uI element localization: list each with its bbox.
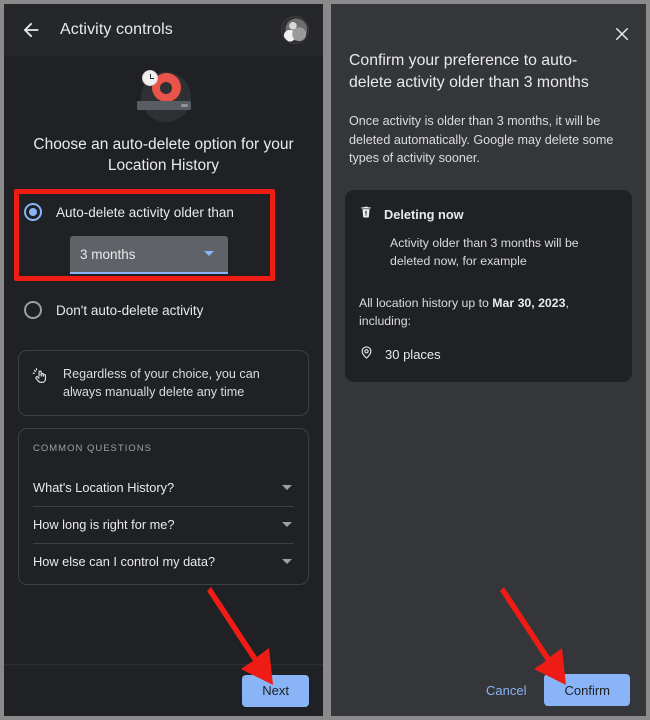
hero-heading: Choose an auto-delete option for your Lo…: [33, 136, 294, 174]
location-pin-icon: [359, 344, 374, 366]
activity-controls-panel: Activity controls Choose an auto-delete …: [4, 4, 323, 716]
trash-icon: [359, 204, 373, 225]
retention-period-select-box[interactable]: 3 months: [70, 236, 228, 272]
left-panel-footer: Next: [4, 664, 323, 716]
select-underline: [70, 272, 228, 274]
dialog-heading: Confirm your preference to auto-delete a…: [349, 52, 589, 91]
tap-hand-icon: [32, 367, 49, 390]
faq-question: How long is right for me?: [33, 517, 175, 532]
option-auto-delete-label: Auto-delete activity older than: [56, 204, 234, 220]
avatar[interactable]: [281, 16, 309, 44]
illustration-bar: [136, 101, 191, 110]
clock-icon: [141, 70, 158, 86]
faq-question: How else can I control my data?: [33, 554, 216, 569]
deleting-now-card: Deleting now Activity older than 3 month…: [345, 189, 632, 382]
hero-illustration-container: [4, 56, 323, 124]
faq-item-control-data[interactable]: How else can I control my data?: [33, 544, 294, 580]
deletion-place-count: 30 places: [385, 347, 441, 362]
deletion-summary: All location history up to Mar 30, 2023,…: [359, 294, 618, 330]
faq-item-location-history[interactable]: What's Location History?: [33, 470, 294, 507]
manual-delete-notice-card: Regardless of your choice, you can alway…: [18, 350, 309, 416]
confirm-preference-dialog: Confirm your preference to auto-delete a…: [331, 4, 646, 716]
chevron-down-icon[interactable]: [282, 522, 292, 527]
page-title: Activity controls: [60, 21, 173, 38]
faq-item-how-long[interactable]: How long is right for me?: [33, 507, 294, 544]
retention-period-value: 3 months: [80, 246, 136, 262]
faq-question: What's Location History?: [33, 480, 175, 495]
radio-dont-auto-delete[interactable]: [24, 301, 42, 319]
next-button[interactable]: Next: [242, 674, 309, 707]
cancel-button[interactable]: Cancel: [478, 677, 534, 704]
chevron-down-icon[interactable]: [282, 559, 292, 564]
common-questions-card: COMMON QUESTIONS What's Location History…: [18, 428, 309, 585]
dialog-body-text: Once activity is older than 3 months, it…: [349, 114, 614, 165]
radio-auto-delete[interactable]: [24, 203, 42, 221]
option-auto-delete[interactable]: Auto-delete activity older than: [18, 198, 309, 226]
deleting-now-header: Deleting now: [359, 204, 618, 225]
location-pin-clock-illustration: [133, 68, 195, 124]
option-dont-auto-delete-label: Don't auto-delete activity: [56, 302, 204, 318]
back-arrow-icon[interactable]: [18, 17, 44, 43]
screenshot-root: Activity controls Choose an auto-delete …: [0, 0, 650, 720]
close-icon[interactable]: [610, 22, 634, 46]
deletion-place-count-row: 30 places: [359, 344, 618, 366]
deleting-now-title: Deleting now: [384, 206, 464, 222]
common-questions-title: COMMON QUESTIONS: [33, 443, 152, 454]
deletion-summary-prefix: All location history up to: [359, 295, 493, 310]
manual-delete-notice-text: Regardless of your choice, you can alway…: [63, 367, 260, 399]
chevron-down-icon[interactable]: [282, 485, 292, 490]
deletion-summary-date: Mar 30, 2023: [492, 295, 566, 310]
confirm-button[interactable]: Confirm: [544, 674, 630, 706]
auto-delete-options: Auto-delete activity older than 3 months…: [4, 198, 323, 324]
chevron-down-icon: [204, 251, 214, 256]
deleting-now-subtitle: Activity older than 3 months will be del…: [390, 235, 579, 268]
right-panel-footer: Cancel Confirm: [331, 664, 646, 716]
option-dont-auto-delete[interactable]: Don't auto-delete activity: [18, 296, 309, 324]
panel-header: Activity controls: [4, 4, 323, 56]
retention-period-select[interactable]: 3 months: [70, 236, 228, 274]
